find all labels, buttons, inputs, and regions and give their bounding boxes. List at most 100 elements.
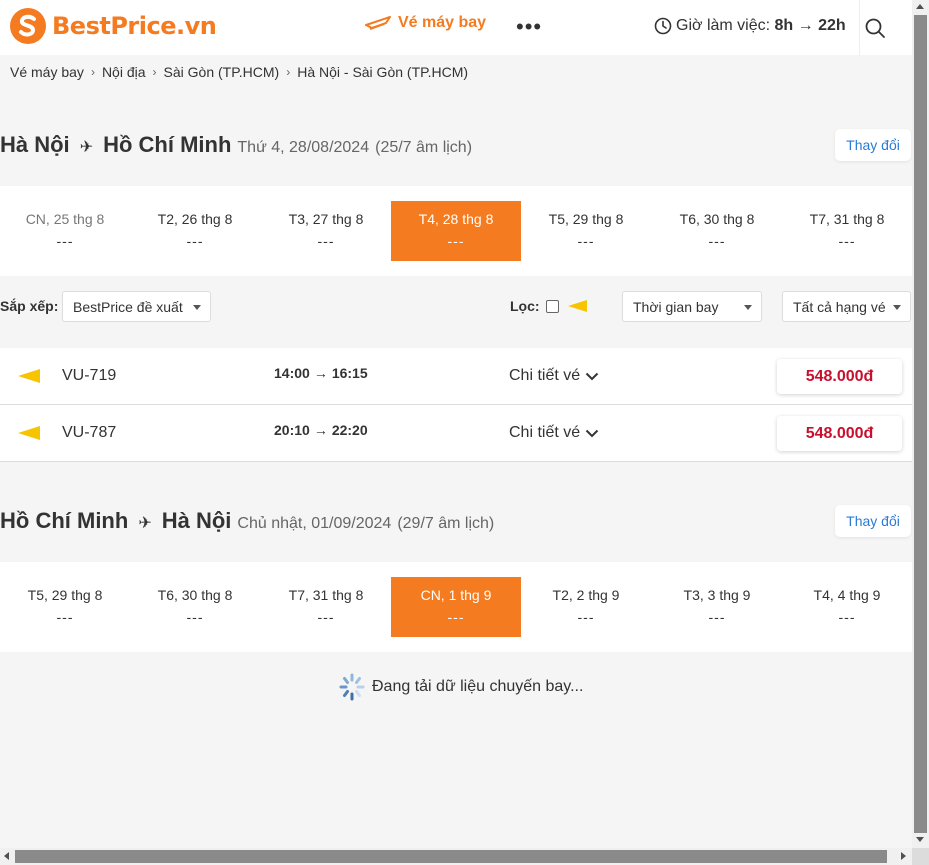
outbound-to-city: Hồ Chí Minh: [103, 132, 232, 157]
scroll-right-icon[interactable]: [901, 852, 906, 860]
horizontal-scrollbar[interactable]: [0, 848, 912, 865]
horizontal-scroll-thumb[interactable]: [15, 850, 887, 863]
return-lunar-date: (29/7 âm lịch): [397, 515, 495, 532]
price-button[interactable]: 548.000đ: [777, 359, 902, 394]
scrollbar-corner: [912, 848, 929, 865]
hours-close: 22h: [818, 17, 846, 34]
outbound-date-cell[interactable]: T7, 31 thg 8 ---: [782, 201, 912, 261]
arrive-time: 16:15: [331, 365, 368, 381]
vertical-scrollbar[interactable]: [912, 0, 929, 848]
sort-select[interactable]: BestPrice đề xuất: [62, 291, 211, 322]
filter-label: Lọc:: [510, 298, 540, 314]
date-price: ---: [317, 233, 335, 249]
price-button[interactable]: 548.000đ: [777, 416, 902, 451]
return-date: Chủ nhật, 01/09/2024: [237, 515, 392, 532]
return-date-cell[interactable]: T7, 31 thg 8 ---: [261, 577, 391, 637]
loading-text: Đang tải dữ liệu chuyến bay...: [372, 678, 584, 695]
date-label: T4, 28 thg 8: [418, 211, 494, 227]
date-price: ---: [447, 233, 465, 249]
outbound-date-cell[interactable]: CN, 25 thg 8 ---: [0, 201, 130, 261]
date-label: T3, 3 thg 9: [683, 587, 751, 603]
arrow-right-icon: →: [313, 422, 328, 438]
header-divider: [859, 0, 860, 55]
nav-flight-link[interactable]: Vé máy bay: [364, 14, 486, 32]
date-price: ---: [577, 609, 595, 625]
outbound-date-cell-selected[interactable]: T4, 28 thg 8 ---: [391, 201, 521, 261]
breadcrumb-item-saigon[interactable]: Sài Gòn (TP.HCM): [164, 64, 280, 80]
nav-flight-label: Vé máy bay: [398, 14, 487, 31]
date-label: T6, 30 thg 8: [157, 587, 233, 603]
working-hours: Giờ làm việc: 8h → 22h: [654, 17, 846, 35]
vietravel-airlines-logo-icon: [17, 367, 41, 390]
return-date-strip: T5, 29 thg 8 --- T6, 30 thg 8 --- T7, 31 t…: [0, 562, 912, 652]
breadcrumb-separator: ›: [90, 65, 95, 79]
return-date-cell[interactable]: T6, 30 thg 8 ---: [130, 577, 260, 637]
date-label: CN, 25 thg 8: [25, 211, 105, 227]
breadcrumb-item-route[interactable]: Hà Nội - Sài Gòn (TP.HCM): [297, 64, 468, 80]
date-label: T5, 29 thg 8: [548, 211, 624, 227]
logo-mark-icon: [10, 8, 46, 44]
flight-time-select[interactable]: Thời gian bay: [622, 291, 762, 322]
breadcrumb-separator: ›: [286, 65, 291, 79]
outbound-date: Thứ 4, 28/08/2024: [237, 139, 370, 156]
date-price: ---: [838, 609, 856, 625]
return-from-city: Hồ Chí Minh: [0, 508, 129, 533]
return-change-button[interactable]: Thay đổi: [835, 505, 911, 537]
return-to-city: Hà Nội: [161, 508, 232, 533]
scroll-up-icon[interactable]: [916, 4, 924, 9]
arrive-time: 22:20: [331, 422, 368, 438]
bestprice-logo[interactable]: BestPrice.vn: [10, 8, 217, 44]
flight-time-select-value: Thời gian bay: [633, 298, 719, 315]
date-price: ---: [577, 233, 595, 249]
hours-arrow: →: [797, 17, 814, 34]
flight-row[interactable]: VU-787 20:10 → 22:20 Chi tiết vé 548.000…: [0, 405, 912, 462]
return-date-cell-selected[interactable]: CN, 1 thg 9 ---: [391, 577, 521, 637]
outbound-change-button[interactable]: Thay đổi: [835, 129, 911, 161]
return-date-cell[interactable]: T2, 2 thg 9 ---: [521, 577, 651, 637]
date-label: T4, 4 thg 9: [813, 587, 881, 603]
plane-icon: ✈: [138, 515, 152, 532]
caret-down-icon: [193, 305, 201, 310]
vertical-scroll-thumb[interactable]: [914, 15, 927, 833]
outbound-date-cell[interactable]: T5, 29 thg 8 ---: [521, 201, 651, 261]
date-label: T5, 29 thg 8: [27, 587, 103, 603]
breadcrumb: Vé máy bay › Nội địa › Sài Gòn (TP.HCM) …: [10, 64, 468, 80]
date-price: ---: [186, 233, 204, 249]
outbound-date-cell[interactable]: T6, 30 thg 8 ---: [652, 201, 782, 261]
outbound-date-cell[interactable]: T3, 27 thg 8 ---: [261, 201, 391, 261]
return-date-cell[interactable]: T3, 3 thg 9 ---: [652, 577, 782, 637]
outbound-date-cell[interactable]: T2, 26 thg 8 ---: [130, 201, 260, 261]
vietravel-airlines-logo-icon: [566, 298, 588, 319]
flight-times: 14:00 → 16:15: [274, 365, 368, 381]
spinner-icon: [339, 673, 365, 701]
ticket-detail-toggle[interactable]: Chi tiết vé: [509, 367, 599, 385]
ticket-class-select[interactable]: Tất cả hạng vé: [782, 291, 911, 322]
date-label: T7, 31 thg 8: [288, 587, 364, 603]
site-header: BestPrice.vn Vé máy bay ••• Giờ làm việc…: [0, 0, 912, 55]
flight-row[interactable]: VU-719 14:00 → 16:15 Chi tiết vé 548.000…: [0, 348, 912, 405]
breadcrumb-item-flights[interactable]: Vé máy bay: [10, 64, 84, 80]
date-price: ---: [708, 233, 726, 249]
chevron-down-icon: [585, 429, 599, 437]
scroll-down-icon[interactable]: [916, 837, 924, 842]
vietravel-airlines-logo-icon: [17, 424, 41, 447]
ticket-detail-toggle[interactable]: Chi tiết vé: [509, 424, 599, 442]
breadcrumb-item-domestic[interactable]: Nội địa: [102, 64, 146, 80]
caret-down-icon: [893, 305, 901, 310]
date-price: ---: [56, 233, 74, 249]
arrow-right-icon: →: [313, 365, 328, 381]
ticket-class-select-value: Tất cả hạng vé: [793, 298, 886, 315]
ticket-detail-label: Chi tiết vé: [509, 367, 581, 384]
scroll-left-icon[interactable]: [4, 852, 9, 860]
date-label: T2, 26 thg 8: [157, 211, 233, 227]
flight-code: VU-787: [62, 424, 117, 441]
airline-filter-checkbox[interactable]: [546, 300, 559, 313]
return-date-cell[interactable]: T4, 4 thg 9 ---: [782, 577, 912, 637]
more-menu-icon[interactable]: •••: [516, 16, 542, 38]
logo-text: BestPrice.vn: [52, 12, 217, 40]
date-price: ---: [447, 609, 465, 625]
date-label: T7, 31 thg 8: [809, 211, 885, 227]
return-date-cell[interactable]: T5, 29 thg 8 ---: [0, 577, 130, 637]
date-label: T2, 2 thg 9: [552, 587, 620, 603]
search-button[interactable]: [861, 14, 889, 42]
